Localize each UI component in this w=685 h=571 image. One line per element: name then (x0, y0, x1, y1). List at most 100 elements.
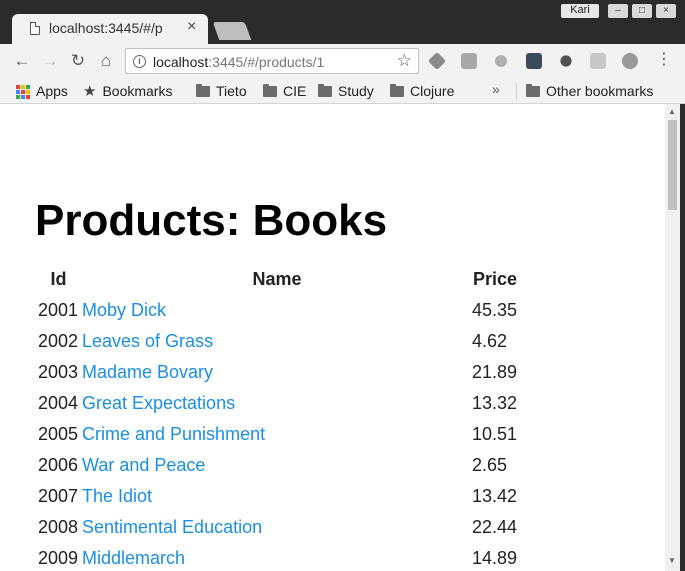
product-name-cell: Great Expectations (82, 388, 472, 419)
folder-icon (526, 83, 540, 97)
extension-dots-icon[interactable] (526, 53, 542, 69)
folder-icon (318, 83, 332, 97)
product-name-cell: The Idiot (82, 481, 472, 512)
bookmark-folder-label: Study (338, 83, 374, 99)
scrollbar-thumb[interactable] (668, 120, 677, 210)
product-name-cell: War and Peace (82, 450, 472, 481)
table-row: 2008 Sentimental Education 22.44 (35, 512, 562, 543)
page-viewport: Products: Books Id Name Price 2001 Moby … (4, 104, 665, 571)
tab-close-icon[interactable]: × (187, 18, 196, 36)
product-id: 2008 (38, 517, 79, 537)
extension-layers-icon[interactable] (427, 51, 447, 71)
bookmark-folder-tieto[interactable]: Tieto (196, 82, 247, 100)
home-button[interactable]: ⌂ (96, 51, 116, 71)
window-border (680, 104, 685, 571)
bookmark-folder-study[interactable]: Study (318, 82, 374, 100)
folder-icon (263, 83, 277, 97)
bookmarks-divider (516, 83, 517, 99)
product-id: 2003 (38, 362, 79, 382)
scroll-up-arrow-icon[interactable]: ▲ (668, 107, 676, 116)
extension-puzzle-icon[interactable] (590, 53, 606, 69)
product-link[interactable]: Middlemarch (82, 548, 185, 568)
table-row: 2001 Moby Dick 45.35 (35, 295, 562, 326)
page-title: Products: Books (35, 196, 388, 245)
product-name-cell: Sentimental Education (82, 512, 472, 543)
tab-title: localhost:3445/#/p (49, 20, 163, 36)
forward-button[interactable]: → (40, 51, 60, 71)
table-row: 2007 The Idiot 13.42 (35, 481, 562, 512)
product-link[interactable]: Madame Bovary (82, 362, 213, 382)
product-price: 14.89 (472, 548, 518, 568)
product-link[interactable]: Sentimental Education (82, 517, 262, 537)
url-host: localhost (153, 54, 209, 70)
bookmark-bookmarks[interactable]: ★ Bookmarks (83, 82, 172, 101)
product-link[interactable]: Great Expectations (82, 393, 235, 413)
url-text[interactable]: localhost:3445/#/products/1 (153, 54, 324, 70)
product-id: 2006 (38, 455, 79, 475)
product-id: 2009 (38, 548, 79, 568)
product-link[interactable]: The Idiot (82, 486, 152, 506)
back-button[interactable]: ← (12, 51, 32, 71)
bookmarks-overflow-icon[interactable]: » (492, 81, 500, 97)
bookmark-star-icon[interactable]: ☆ (397, 51, 412, 71)
table-row: 2009 Middlemarch 14.89 (35, 543, 562, 571)
bookmark-folder-label: CIE (283, 83, 307, 99)
vertical-scrollbar[interactable]: ▲ ▼ (665, 104, 680, 571)
bookmark-apps-label: Apps (36, 83, 68, 99)
column-header-price: Price (473, 269, 518, 289)
browser-toolbar: ← → ↻ ⌂ i localhost:3445/#/products/1 ☆ … (0, 44, 685, 78)
product-name-cell: Madame Bovary (82, 357, 472, 388)
apps-grid-icon (16, 85, 30, 100)
angular-extension-icon[interactable] (461, 53, 477, 69)
column-header-id: Id (50, 269, 67, 289)
product-price: 10.51 (472, 424, 518, 444)
bookmark-folder-label: Tieto (216, 83, 247, 99)
table-row: 2002 Leaves of Grass 4.62 (35, 326, 562, 357)
table-row: 2004 Great Expectations 13.32 (35, 388, 562, 419)
product-price: 13.32 (472, 393, 518, 413)
product-name-cell: Leaves of Grass (82, 326, 472, 357)
table-row: 2005 Crime and Punishment 10.51 (35, 419, 562, 450)
product-link[interactable]: Crime and Punishment (82, 424, 265, 444)
url-path: :3445/#/products/1 (208, 54, 325, 70)
new-tab-button[interactable] (212, 22, 252, 40)
product-id: 2007 (38, 486, 79, 506)
page-favicon-icon (30, 22, 40, 35)
product-id: 2004 (38, 393, 79, 413)
bookmarks-bar: Apps ★ Bookmarks Tieto CIE Study Clojure … (0, 78, 685, 104)
product-price: 45.35 (472, 300, 518, 320)
folder-icon (196, 83, 210, 97)
table-row: 2003 Madame Bovary 21.89 (35, 357, 562, 388)
product-link[interactable]: Leaves of Grass (82, 331, 213, 351)
bookmark-folder-clojure[interactable]: Clojure (390, 82, 454, 100)
minimize-button[interactable]: – (608, 4, 628, 18)
star-icon: ★ (83, 83, 97, 101)
title-bar: localhost:3445/#/p × Kari – □ × (0, 0, 685, 44)
product-name-cell: Crime and Punishment (82, 419, 472, 450)
bookmark-other[interactable]: Other bookmarks (526, 82, 653, 100)
address-bar[interactable]: i localhost:3445/#/products/1 ☆ (125, 48, 419, 74)
product-name-cell: Middlemarch (82, 543, 472, 571)
bookmark-folder-cie[interactable]: CIE (263, 82, 306, 100)
window-close-button[interactable]: × (656, 4, 676, 18)
reload-button[interactable]: ↻ (68, 51, 88, 71)
extension-bubble-icon[interactable] (622, 53, 638, 69)
bookmark-folder-label: Clojure (410, 83, 455, 99)
table-header-row: Id Name Price (35, 264, 562, 295)
extension-user-icon[interactable] (560, 55, 572, 67)
bookmark-apps[interactable]: Apps (16, 82, 68, 100)
maximize-button[interactable]: □ (632, 4, 652, 18)
scroll-down-arrow-icon[interactable]: ▼ (668, 556, 676, 565)
extension-circle-icon[interactable] (495, 55, 507, 67)
product-price: 2.65 (472, 455, 508, 475)
product-link[interactable]: War and Peace (82, 455, 205, 475)
column-header-name: Name (252, 269, 302, 289)
table-row: 2006 War and Peace 2.65 (35, 450, 562, 481)
profile-button[interactable]: Kari (561, 4, 599, 18)
product-price: 4.62 (472, 331, 508, 351)
site-info-icon[interactable]: i (133, 55, 146, 68)
menu-kebab-icon[interactable]: ⋮ (656, 52, 672, 68)
browser-tab[interactable]: localhost:3445/#/p × (12, 14, 208, 44)
product-price: 22.44 (472, 517, 518, 537)
product-link[interactable]: Moby Dick (82, 300, 166, 320)
